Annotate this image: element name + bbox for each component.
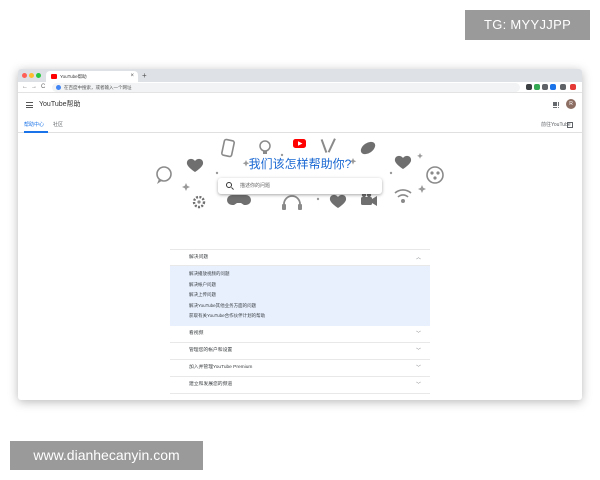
faq-link-account[interactable]: 解决帐户问题 (170, 280, 430, 291)
address-bar[interactable]: 在百度中搜索，或者输入一个网址 (52, 83, 520, 92)
chat-bubble-icon (156, 166, 172, 184)
search-engine-icon (56, 85, 61, 90)
sub-navigation: 帮助中心 社区 前往YouTube (18, 119, 582, 133)
gear-icon (192, 195, 206, 209)
tab-strip: YouTube帮助 × + (18, 69, 582, 82)
lightbulb-icon (259, 140, 271, 154)
heart-icon-bottom (329, 194, 347, 208)
browser-tab[interactable]: YouTube帮助 × (46, 71, 138, 82)
faq-section-account-settings[interactable]: 管理您的帐户和设置 ﹀ (170, 342, 430, 360)
faq-section-title: 建立和发展您的频道 (189, 381, 233, 387)
faq-link-upload[interactable]: 解决上传问题 (170, 290, 430, 301)
faq-link-playback[interactable]: 解决播放视频的问题 (170, 269, 430, 280)
open-in-new-icon[interactable] (567, 122, 573, 128)
video-camera-icon (361, 192, 377, 206)
tab-help-center[interactable]: 帮助中心 (24, 121, 44, 129)
faq-section-watch[interactable]: 看视频 ﹀ (170, 325, 430, 343)
minimize-window-button[interactable] (29, 73, 34, 78)
back-button[interactable]: ← (22, 83, 28, 92)
faq-expanded-panel: 解决播放视频的问题 解决帐户问题 解决上传问题 解决YouTube其他业务方面的… (170, 266, 430, 326)
new-tab-button[interactable]: + (142, 71, 147, 80)
faq-section-channel[interactable]: 建立和发展您的频道 ﹀ (170, 376, 430, 394)
phone-icon (221, 138, 235, 158)
search-input[interactable] (240, 181, 375, 191)
faq-section-title: 看视频 (189, 330, 204, 336)
heart-icon (186, 158, 204, 172)
page-headline: 我们该怎样帮助你? (248, 157, 352, 171)
faq-section-title: 管理您的帐户和设置 (189, 347, 233, 353)
watermark-top: TG: MYYJJPP (465, 10, 590, 40)
address-text: 在百度中搜索，或者输入一个网址 (64, 85, 132, 90)
chevron-down-icon[interactable]: ﹀ (416, 382, 421, 389)
close-window-button[interactable] (22, 73, 27, 78)
watermark-bottom: www.dianhecanyin.com (10, 441, 203, 470)
chevron-down-icon[interactable]: ﹀ (416, 331, 421, 338)
search-icon[interactable] (226, 182, 232, 188)
chevron-down-icon[interactable]: ﹀ (416, 348, 421, 355)
help-search-box[interactable] (218, 178, 382, 194)
forward-button[interactable]: → (31, 83, 37, 92)
faq-section-troubleshoot[interactable]: 解决问题 ︿ (170, 249, 430, 266)
chevron-up-icon[interactable]: ︿ (416, 255, 421, 262)
screenshot-stage: TG: MYYJJPP YouTube帮助 × + ← → C 在百度中搜索，或… (0, 0, 600, 480)
faq-accordion: 解决问题 ︿ 解决播放视频的问题 解决帐户问题 解决上传问题 解决YouTube… (170, 249, 430, 394)
chevron-down-icon[interactable]: ﹀ (416, 365, 421, 372)
app-title[interactable]: YouTube帮助 (39, 100, 81, 110)
film-reel-icon (426, 166, 444, 184)
extension-icon-3[interactable] (542, 84, 548, 90)
headphones-icon (282, 195, 302, 210)
football-icon (360, 141, 376, 155)
browser-toolbar: ← → C 在百度中搜索，或者输入一个网址 (18, 82, 582, 93)
faq-link-partner-program[interactable]: 获取有关YouTube合作伙伴计划的帮助 (170, 311, 430, 322)
reload-button[interactable]: C (41, 83, 45, 92)
hero-section: 我们该怎样帮助你? (18, 133, 582, 223)
extension-icon-5[interactable] (570, 84, 576, 90)
apps-grid-icon[interactable] (553, 102, 560, 109)
youtube-favicon-icon (51, 74, 57, 79)
extension-icon-1[interactable] (526, 84, 532, 90)
faq-section-title: 加入并管理YouTube Premium (189, 364, 253, 370)
heart-icon-right (394, 155, 412, 169)
hamburger-menu-icon[interactable] (26, 102, 33, 108)
avatar[interactable]: R (566, 99, 576, 109)
maximize-window-button[interactable] (36, 73, 41, 78)
tools-icon (320, 138, 336, 153)
app-header: YouTube帮助 R (18, 93, 582, 119)
extension-icon-4[interactable] (550, 84, 556, 90)
wifi-icon (394, 189, 412, 204)
game-controller-icon (227, 195, 251, 205)
browser-window: YouTube帮助 × + ← → C 在百度中搜索，或者输入一个网址 YouT… (18, 69, 582, 400)
extension-icon-2[interactable] (534, 84, 540, 90)
tab-close-icon[interactable]: × (130, 72, 134, 80)
faq-section-title: 解决问题 (189, 255, 209, 260)
tab-title: YouTube帮助 (60, 74, 87, 79)
faq-link-other[interactable]: 解决YouTube其他业务方面的问题 (170, 301, 430, 312)
tab-community[interactable]: 社区 (53, 121, 63, 129)
youtube-logo-icon (293, 139, 306, 148)
profile-icon[interactable] (560, 84, 566, 90)
faq-section-premium[interactable]: 加入并管理YouTube Premium ﹀ (170, 359, 430, 377)
